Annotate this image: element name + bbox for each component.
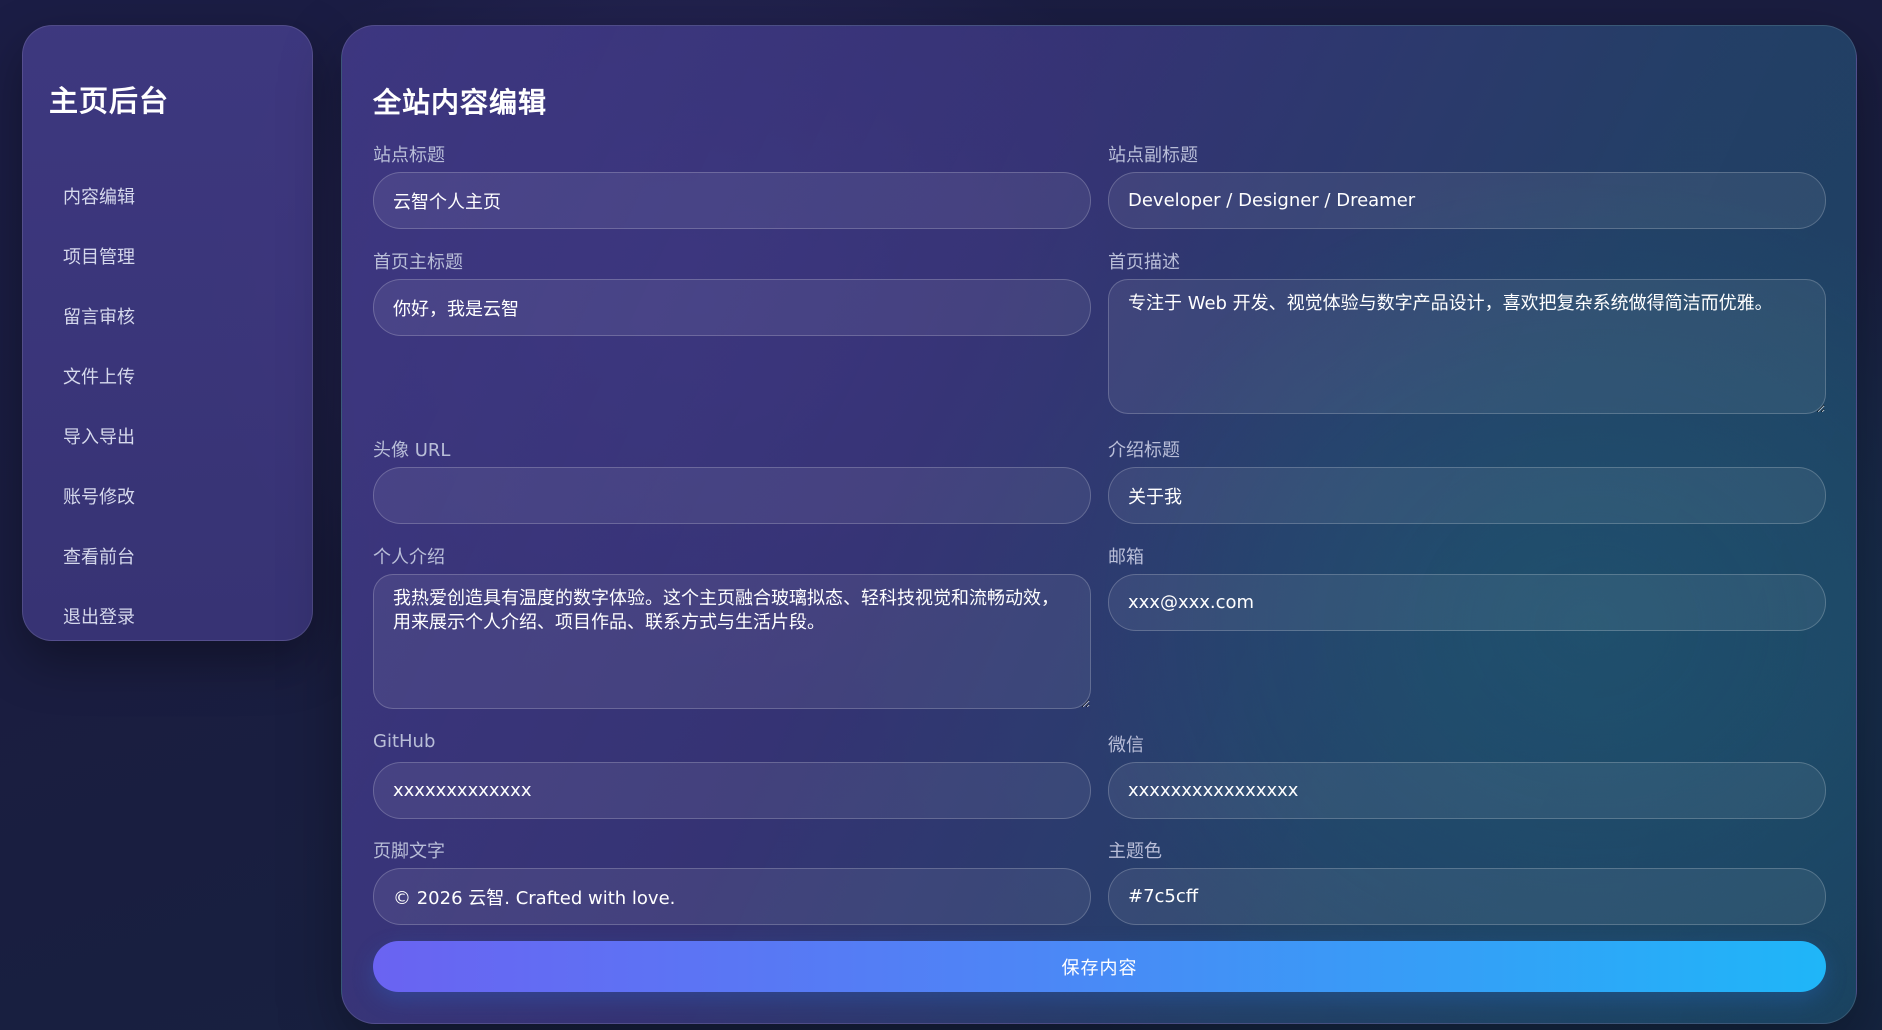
wechat-input[interactable] [1108, 762, 1826, 819]
site-title-input[interactable] [373, 172, 1091, 229]
sidebar-item-message-review[interactable]: 留言审核 [23, 292, 312, 352]
sidebar: 主页后台 内容编辑 项目管理 留言审核 文件上传 导入导出 账号修改 查看前台 … [22, 25, 313, 641]
sidebar-item-file-upload[interactable]: 文件上传 [23, 352, 312, 412]
bio-label: 个人介绍 [373, 547, 445, 568]
intro-title-label: 介绍标题 [1108, 440, 1180, 461]
footer-text-input[interactable] [373, 868, 1091, 925]
wechat-label: 微信 [1108, 735, 1144, 756]
sidebar-title: 主页后台 [49, 84, 170, 118]
site-subtitle-input[interactable] [1108, 172, 1826, 229]
content-editor-panel: 全站内容编辑 站点标题 站点副标题 首页主标题 首页描述 专注于 Web 开发、… [341, 25, 1857, 1024]
home-description-textarea[interactable]: 专注于 Web 开发、视觉体验与数字产品设计，喜欢把复杂系统做得简洁而优雅。 [1108, 279, 1826, 414]
site-subtitle-label: 站点副标题 [1108, 145, 1198, 166]
site-title-label: 站点标题 [373, 145, 445, 166]
home-description-label: 首页描述 [1108, 252, 1180, 273]
footer-text-label: 页脚文字 [373, 841, 445, 862]
sidebar-item-import-export[interactable]: 导入导出 [23, 412, 312, 472]
save-button[interactable]: 保存内容 [373, 941, 1826, 992]
email-label: 邮箱 [1108, 547, 1144, 568]
email-input[interactable] [1108, 574, 1826, 631]
avatar-url-label: 头像 URL [373, 440, 451, 461]
page-title: 全站内容编辑 [373, 86, 548, 119]
avatar-url-input[interactable] [373, 467, 1091, 524]
github-input[interactable] [373, 762, 1091, 819]
sidebar-item-account-settings[interactable]: 账号修改 [23, 472, 312, 532]
theme-color-input[interactable] [1108, 868, 1826, 925]
intro-title-input[interactable] [1108, 467, 1826, 524]
sidebar-item-content-edit[interactable]: 内容编辑 [23, 172, 312, 232]
github-label: GitHub [373, 731, 436, 752]
sidebar-nav: 内容编辑 项目管理 留言审核 文件上传 导入导出 账号修改 查看前台 退出登录 [23, 172, 312, 652]
home-heading-label: 首页主标题 [373, 252, 463, 273]
sidebar-item-view-frontend[interactable]: 查看前台 [23, 532, 312, 592]
sidebar-item-logout[interactable]: 退出登录 [23, 592, 312, 652]
theme-color-label: 主题色 [1108, 841, 1162, 862]
sidebar-item-project-management[interactable]: 项目管理 [23, 232, 312, 292]
bio-textarea[interactable]: 我热爱创造具有温度的数字体验。这个主页融合玻璃拟态、轻科技视觉和流畅动效，用来展… [373, 574, 1091, 709]
home-heading-input[interactable] [373, 279, 1091, 336]
